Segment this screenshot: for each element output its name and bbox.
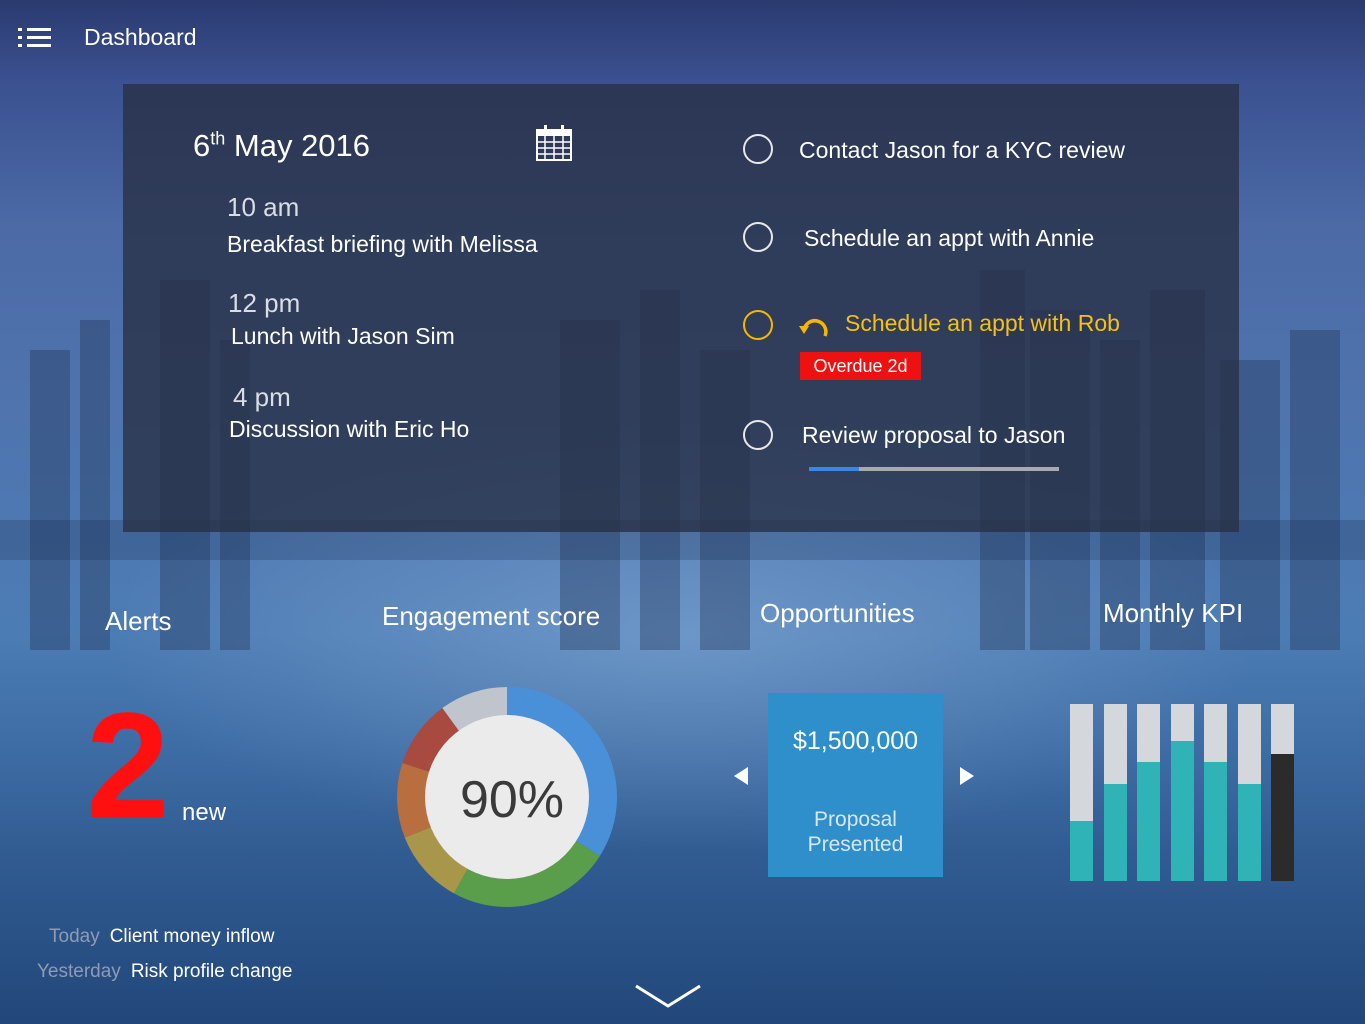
top-bar: Dashboard — [0, 0, 1365, 76]
kpi-bar — [1103, 704, 1127, 881]
engagement-title: Engagement score — [382, 601, 601, 631]
alerts-count-label: new — [182, 799, 227, 826]
event-time: 10 am — [227, 192, 300, 222]
calendar-icon[interactable] — [535, 124, 573, 162]
tasks-progress-bar — [809, 467, 1059, 471]
alerts-count[interactable]: 2 — [86, 690, 169, 840]
alert-text: Client money inflow — [109, 926, 275, 947]
kpi-bar — [1170, 704, 1194, 881]
task-checkbox[interactable] — [743, 222, 773, 252]
engagement-donut-chart[interactable]: 90% — [396, 686, 618, 908]
opportunities-title: Opportunities — [760, 598, 915, 628]
event-title[interactable]: Discussion with Eric Ho — [229, 416, 469, 443]
kpi-bar-fill — [1103, 783, 1127, 881]
opportunity-card[interactable]: $1,500,000 Proposal Presented — [768, 693, 943, 877]
alert-text: Risk profile change — [130, 961, 293, 982]
task-label: Review proposal to Jason — [802, 422, 1066, 448]
progress-fill — [809, 467, 859, 471]
engagement-value: 90% — [460, 771, 564, 829]
opportunity-stage: Proposal Presented — [807, 808, 904, 856]
event-title[interactable]: Lunch with Jason Sim — [231, 323, 455, 350]
next-arrow-icon[interactable] — [960, 767, 974, 785]
kpi-bar — [1204, 704, 1227, 881]
list-menu-icon[interactable] — [18, 28, 52, 50]
agenda-panel: 6th May 2016 10 am Breakfast briefing wi… — [123, 84, 1239, 532]
kpi-bar — [1271, 704, 1294, 881]
task-label: Schedule an appt with Rob — [845, 310, 1120, 336]
kpi-bar-fill — [1237, 783, 1261, 881]
task-checkbox[interactable] — [743, 134, 773, 164]
kpi-bar-fill — [1070, 820, 1093, 881]
kpi-bar-fill — [1137, 762, 1160, 881]
kpi-bar-fill — [1170, 741, 1194, 881]
task-checkbox[interactable] — [743, 310, 773, 340]
kpi-bar-fill — [1271, 753, 1294, 881]
kpi-bar — [1137, 704, 1160, 881]
prev-arrow-icon[interactable] — [734, 767, 748, 785]
opportunity-amount: $1,500,000 — [792, 727, 919, 755]
event-title[interactable]: Breakfast briefing with Melissa — [227, 231, 538, 258]
task-checkbox[interactable] — [743, 420, 773, 450]
agenda-date: 6th May 2016 — [193, 128, 371, 163]
kpi-bar — [1237, 704, 1261, 881]
kpi-title: Monthly KPI — [1103, 598, 1244, 628]
kpi-bar — [1070, 704, 1093, 881]
kpi-bar-fill — [1204, 762, 1227, 881]
alerts-title: Alerts — [105, 606, 172, 636]
chevron-down-icon[interactable] — [634, 983, 702, 1009]
task-label: Contact Jason for a KYC review — [799, 137, 1125, 163]
undo-arrow-icon — [799, 318, 828, 337]
task-label: Schedule an appt with Annie — [804, 225, 1095, 251]
event-time: 12 pm — [228, 288, 301, 318]
kpi-bar-chart[interactable] — [1070, 704, 1296, 881]
alert-day: Today — [49, 926, 100, 947]
page-title: Dashboard — [84, 24, 197, 50]
alert-item[interactable]: Yesterday Risk profile change — [37, 961, 292, 983]
event-time: 4 pm — [233, 382, 291, 412]
overdue-badge: Overdue 2d — [800, 352, 921, 380]
alert-day: Yesterday — [37, 961, 121, 982]
alert-item[interactable]: Today Client money inflow — [49, 926, 274, 948]
